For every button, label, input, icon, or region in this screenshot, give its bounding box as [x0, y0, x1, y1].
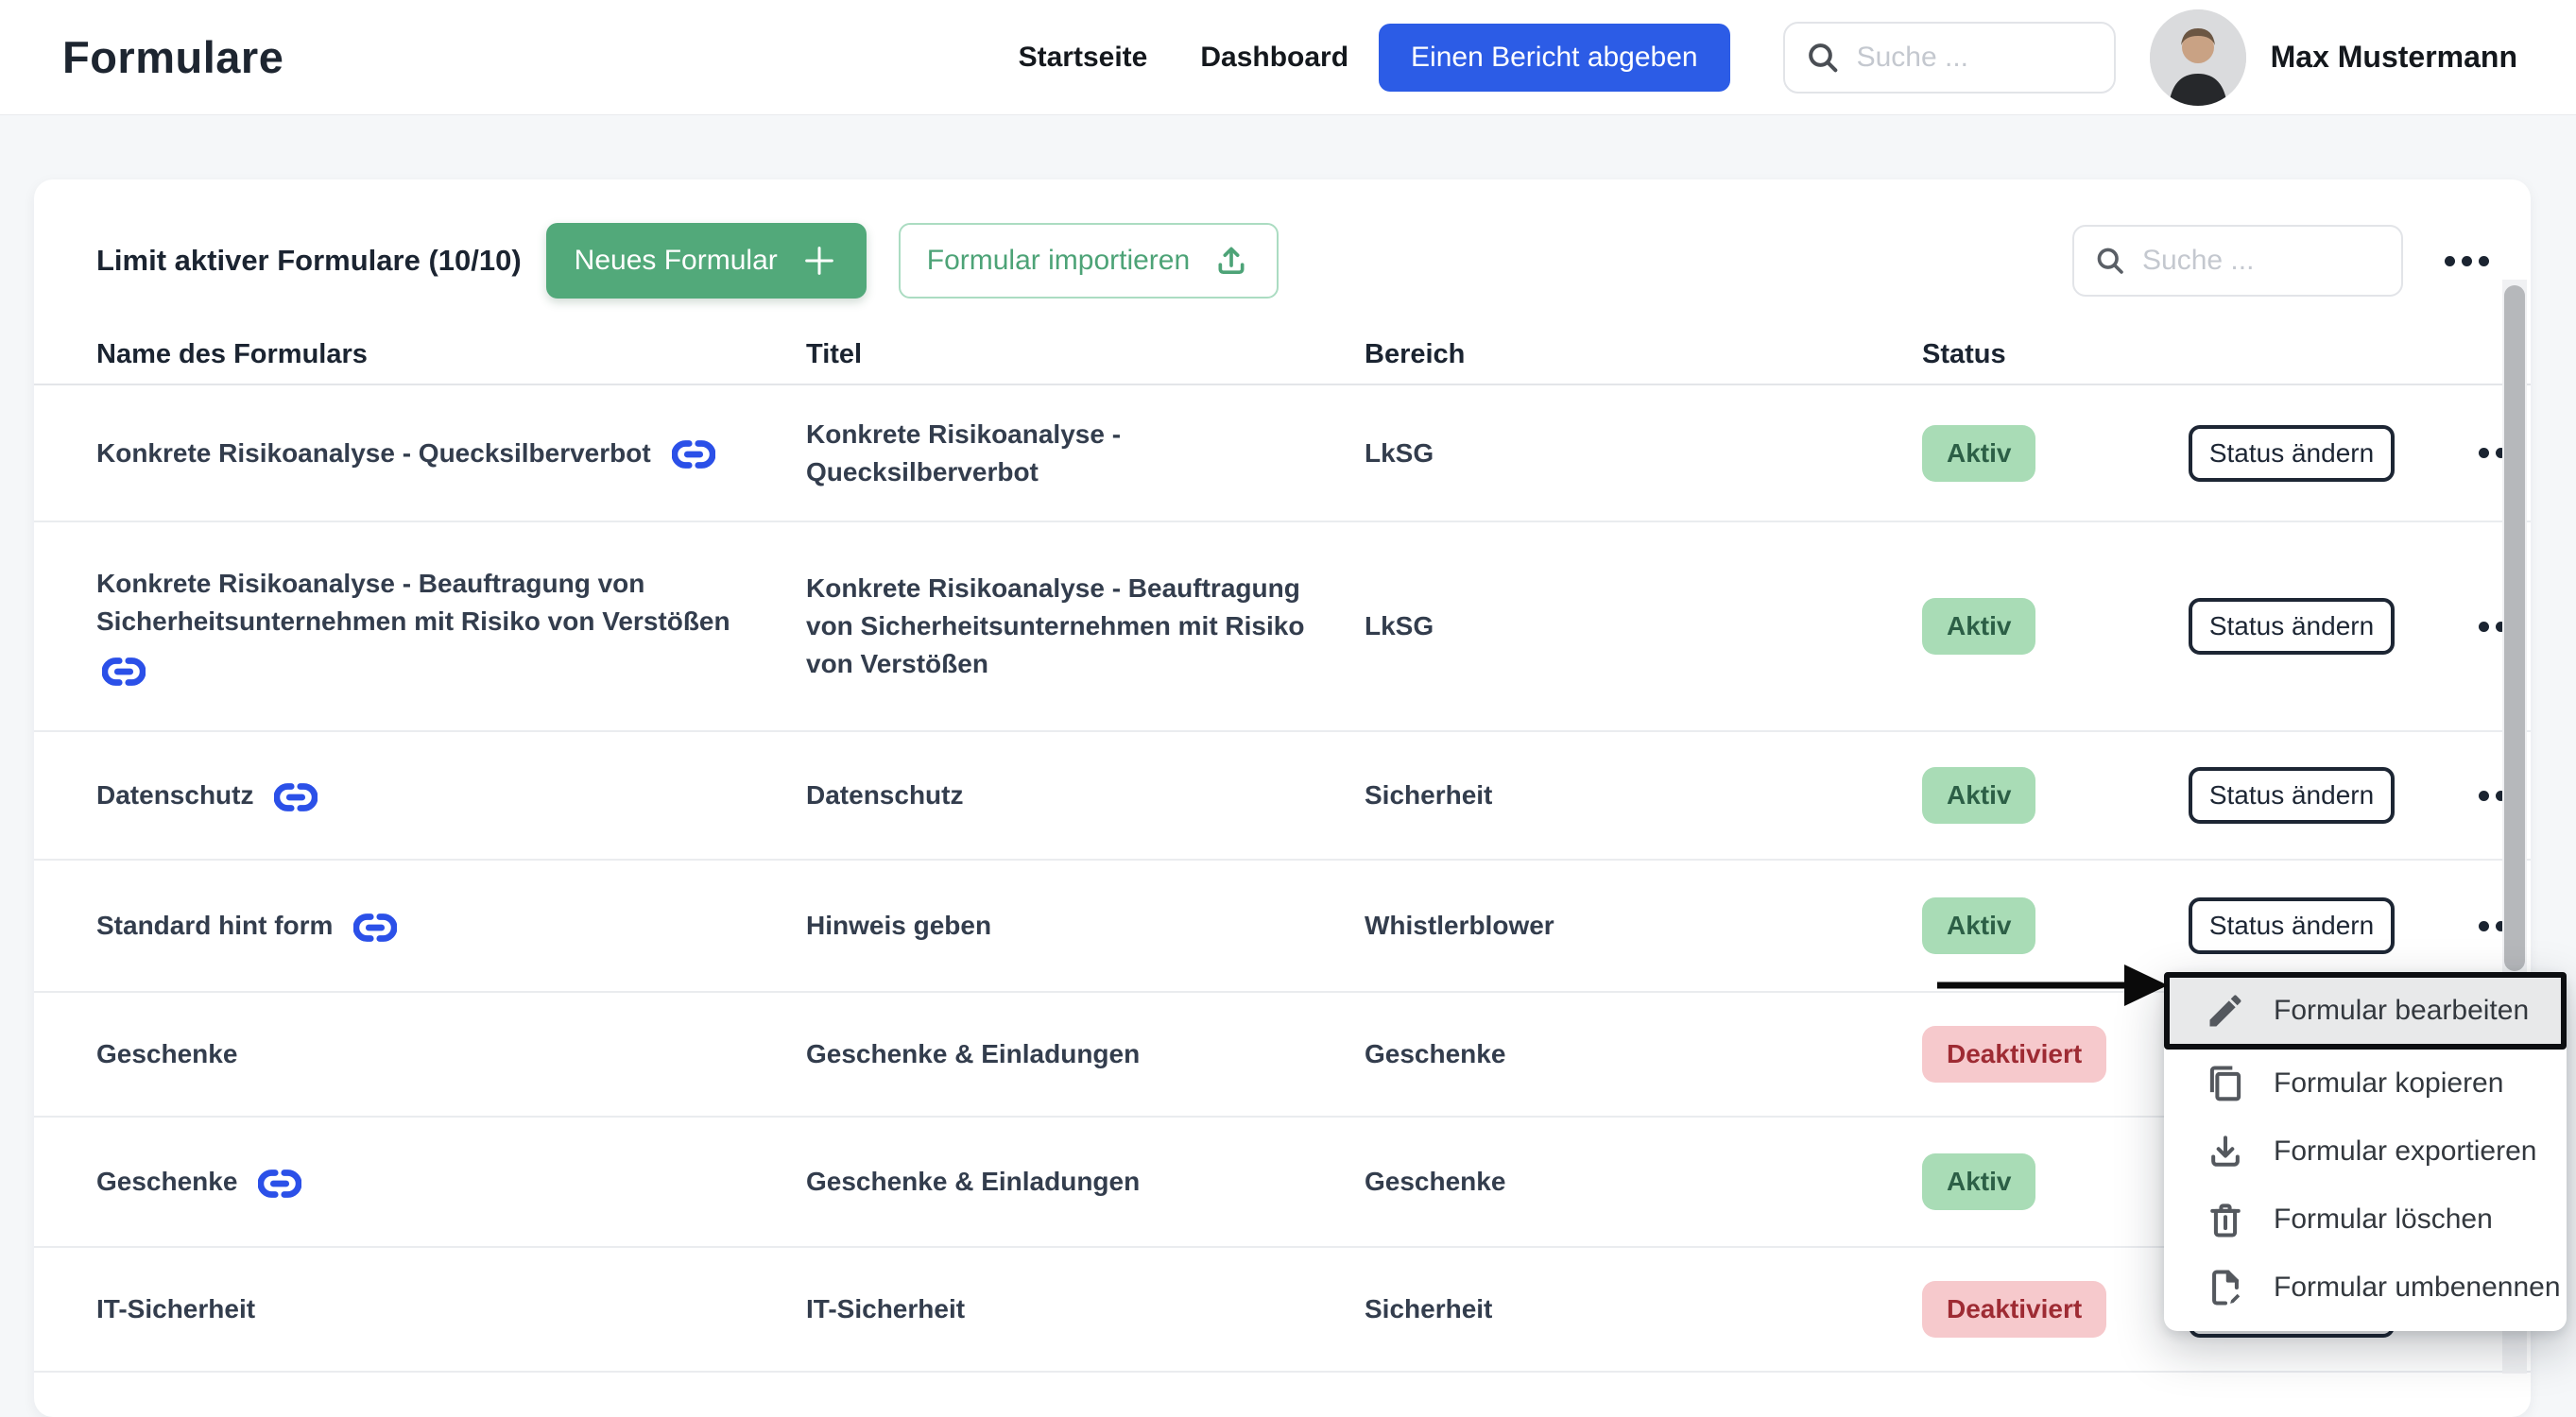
import-form-button[interactable]: Formular importieren — [899, 223, 1279, 299]
import-form-button-label: Formular importieren — [927, 245, 1190, 277]
new-form-button[interactable]: Neues Formular — [546, 223, 867, 299]
page-title: Formulare — [62, 31, 283, 83]
context-menu-item[interactable]: Formular exportieren — [2164, 1118, 2567, 1186]
plus-icon — [800, 242, 838, 280]
column-header-name: Name des Formulars — [96, 339, 806, 370]
form-titel: Konkrete Risikoanalyse - Beauftragung vo… — [806, 573, 1304, 678]
search-placeholder: Suche ... — [2142, 245, 2254, 277]
table-search-input[interactable]: Suche ... — [2072, 225, 2403, 297]
submit-report-button[interactable]: Einen Bericht abgeben — [1379, 24, 1730, 92]
form-titel: Hinweis geben — [806, 911, 991, 940]
form-name-cell: Geschenke — [96, 1163, 806, 1201]
nav-dashboard[interactable]: Dashboard — [1200, 42, 1348, 74]
link-icon — [672, 438, 715, 470]
form-titel: Konkrete Risikoanalyse - Quecksilberverb… — [806, 419, 1121, 487]
nav-startseite[interactable]: Startseite — [1019, 42, 1148, 74]
row-context-menu: Formular bearbeiten Formular kopieren Fo… — [2164, 972, 2567, 1331]
search-placeholder: Suche ... — [1857, 42, 1968, 74]
form-name: Geschenke — [96, 1167, 237, 1196]
table-scrollbar-thumb[interactable] — [2504, 285, 2525, 971]
link-icon — [274, 781, 318, 813]
link-icon — [353, 912, 397, 944]
form-titel: IT-Sicherheit — [806, 1294, 965, 1323]
form-name: IT-Sicherheit — [96, 1294, 255, 1323]
form-bereich: Sicherheit — [1365, 1294, 1492, 1323]
copy-icon — [2204, 1062, 2247, 1105]
column-header-bereich: Bereich — [1365, 339, 1922, 370]
user-name[interactable]: Max Mustermann — [2271, 40, 2517, 75]
column-header-status: Status — [1922, 339, 2189, 370]
form-name: Standard hint form — [96, 911, 333, 940]
context-menu-item[interactable]: Formular löschen — [2164, 1186, 2567, 1254]
status-badge: Aktiv — [1922, 767, 2035, 824]
status-badge: Deaktiviert — [1922, 1026, 2106, 1083]
link-icon — [258, 1168, 301, 1200]
forms-limit-label: Limit aktiver Formulare (10/10) — [96, 244, 522, 278]
form-bereich: Whistlerblower — [1365, 911, 1554, 940]
status-badge: Aktiv — [1922, 1153, 2035, 1210]
context-menu-item[interactable]: Formular kopieren — [2164, 1050, 2567, 1118]
trash-icon — [2204, 1198, 2247, 1241]
form-bereich: LkSG — [1365, 438, 1434, 468]
form-bereich: LkSG — [1365, 611, 1434, 640]
table-options-dots[interactable] — [2445, 256, 2489, 266]
search-icon — [2093, 244, 2127, 278]
form-bereich: Geschenke — [1365, 1039, 1505, 1068]
status-badge: Aktiv — [1922, 897, 2035, 954]
table-row: Geschenke Geschenke & Einladungen Gesche… — [34, 1118, 2531, 1248]
table-row: Datenschutz Datenschutz Sicherheit Aktiv… — [34, 732, 2531, 861]
top-header: Formulare Startseite Dashboard Einen Ber… — [0, 0, 2576, 115]
table-row: Konkrete Risikoanalyse - Quecksilberverb… — [34, 385, 2531, 522]
form-bereich: Geschenke — [1365, 1167, 1505, 1196]
context-menu-item[interactable]: Formular umbenennen — [2164, 1254, 2567, 1322]
form-bereich: Sicherheit — [1365, 780, 1492, 810]
top-navigation: Startseite Dashboard — [1019, 42, 1348, 74]
column-header-titel: Titel — [806, 339, 1365, 370]
status-badge: Aktiv — [1922, 425, 2035, 482]
status-badge: Aktiv — [1922, 598, 2035, 655]
table-row: Standard hint form Hinweis geben Whistle… — [34, 861, 2531, 993]
form-titel: Geschenke & Einladungen — [806, 1039, 1140, 1068]
table-row: Geschenke Geschenke & Einladungen Gesche… — [34, 993, 2531, 1118]
link-icon — [102, 656, 768, 688]
header-search-input[interactable]: Suche ... — [1783, 22, 2116, 94]
forms-card: Limit aktiver Formulare (10/10) Neues Fo… — [34, 179, 2531, 1417]
table-row: IT-Sicherheit IT-Sicherheit Sicherheit D… — [34, 1248, 2531, 1373]
form-name-cell: IT-Sicherheit — [96, 1290, 806, 1328]
search-icon — [1804, 39, 1842, 77]
status-change-button[interactable]: Status ändern — [2189, 425, 2395, 482]
status-badge: Deaktiviert — [1922, 1281, 2106, 1338]
pencil-icon — [2204, 989, 2247, 1033]
table-header-row: Name des Formulars Titel Bereich Status — [34, 325, 2531, 385]
table-body: Konkrete Risikoanalyse - Quecksilberverb… — [34, 385, 2531, 1373]
avatar[interactable] — [2150, 9, 2246, 106]
status-change-button[interactable]: Status ändern — [2189, 897, 2395, 954]
forms-toolbar: Limit aktiver Formulare (10/10) Neues Fo… — [34, 179, 2531, 325]
form-name-cell: Datenschutz — [96, 777, 806, 814]
context-menu-item[interactable]: Formular bearbeiten — [2164, 972, 2567, 1050]
form-titel: Geschenke & Einladungen — [806, 1167, 1140, 1196]
form-name: Geschenke — [96, 1039, 237, 1068]
status-change-button[interactable]: Status ändern — [2189, 598, 2395, 655]
form-name: Konkrete Risikoanalyse - Beauftragung vo… — [96, 569, 730, 636]
form-name-cell: Geschenke — [96, 1035, 806, 1073]
file-edit-icon — [2204, 1266, 2247, 1309]
download-icon — [2204, 1130, 2247, 1173]
form-name: Konkrete Risikoanalyse - Quecksilberverb… — [96, 438, 651, 468]
form-name-cell: Standard hint form — [96, 907, 806, 945]
form-name-cell: Konkrete Risikoanalyse - Beauftragung vo… — [96, 565, 806, 688]
form-titel: Datenschutz — [806, 780, 963, 810]
form-name-cell: Konkrete Risikoanalyse - Quecksilberverb… — [96, 435, 806, 472]
status-change-button[interactable]: Status ändern — [2189, 767, 2395, 824]
table-row: Konkrete Risikoanalyse - Beauftragung vo… — [34, 522, 2531, 732]
new-form-button-label: Neues Formular — [575, 245, 778, 277]
form-name: Datenschutz — [96, 780, 253, 810]
upload-icon — [1212, 242, 1250, 280]
